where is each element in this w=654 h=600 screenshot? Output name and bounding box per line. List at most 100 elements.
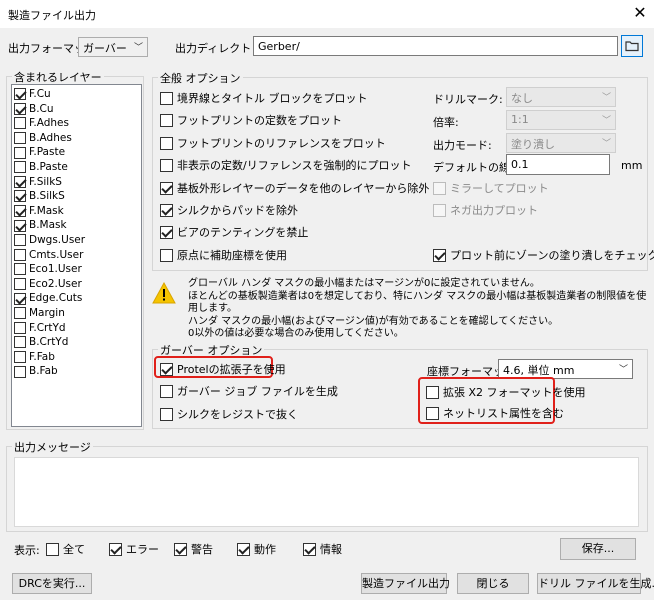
negative-checkbox[interactable]: ネガ出力プロット [433, 202, 538, 218]
checkbox-box [14, 117, 26, 130]
checkbox-box [14, 132, 26, 145]
layer-name: F.Adhes [29, 117, 69, 130]
layer-item[interactable]: F.CrtYd [12, 321, 141, 336]
warning-message: グローバル ハンダ マスクの最小幅またはマージンが0に設定されていません。 ほと… [188, 278, 650, 341]
filter-actions-checkbox[interactable]: 動作 [237, 541, 276, 557]
protel-extension-checkbox[interactable]: Protelの拡張子を使用 [160, 361, 286, 377]
plot-button[interactable]: 製造ファイル出力 [361, 573, 450, 594]
browse-folder-button[interactable] [621, 35, 643, 57]
layer-item[interactable]: B.Adhes [12, 131, 141, 146]
layer-item[interactable]: F.SilkS [12, 175, 141, 190]
layer-item[interactable]: B.Cu [12, 102, 141, 117]
checkbox-box [14, 321, 26, 334]
run-drc-button[interactable]: DRCを実行... [12, 573, 92, 594]
save-messages-button[interactable]: 保存... [560, 538, 636, 560]
checkbox-box [14, 263, 26, 276]
filter-all-checkbox[interactable]: 全て [46, 541, 85, 557]
close-icon[interactable]: ✕ [630, 3, 650, 22]
scale-select[interactable]: 1:1 ﹀ [506, 110, 616, 130]
layer-item[interactable]: F.Cu [12, 87, 141, 102]
checkbox-box [14, 219, 26, 232]
layer-name: Edge.Cuts [29, 292, 83, 305]
checkbox-box [14, 350, 26, 363]
line-width-unit: mm [621, 159, 643, 172]
layer-item[interactable]: F.Paste [12, 145, 141, 160]
general-option-checkbox[interactable]: 原点に補助座標を使用 [160, 247, 287, 263]
checkbox-box [14, 248, 26, 261]
generate-drill-button[interactable]: ドリル ファイルを生成... [537, 573, 654, 594]
layers-group-title: 含まれるレイヤー [12, 69, 104, 85]
general-option-checkbox[interactable]: フットプリントの定数をプロット [160, 112, 342, 128]
output-format-select[interactable]: ガーバー ﹀ [78, 37, 148, 57]
refill-zones-checkbox[interactable]: プロット前にゾーンの塗り潰しをチェック [433, 247, 654, 263]
layer-item[interactable]: Edge.Cuts [12, 291, 141, 306]
checkbox-box [433, 203, 446, 217]
subtract-mask-checkbox[interactable]: シルクをレジストで抜く [160, 406, 298, 422]
layer-name: Cmts.User [29, 248, 84, 261]
drill-mark-select[interactable]: なし ﹀ [506, 87, 616, 107]
negative-label: ネガ出力プロット [450, 204, 538, 217]
mirror-checkbox[interactable]: ミラーしてプロット [433, 180, 549, 196]
warning-line: グローバル ハンダ マスクの最小幅またはマージンが0に設定されていません。 [188, 278, 540, 289]
folder-icon [625, 41, 639, 52]
warning-line: ハンダ マスクの最小幅(およびマージン値)が有効であることを確認してください。 [188, 315, 559, 327]
layer-name: B.SilkS [29, 190, 65, 203]
checkbox-box [14, 161, 26, 174]
filter-warnings-checkbox[interactable]: 警告 [174, 541, 213, 557]
refill-zones-label: プロット前にゾーンの塗り潰しをチェック [450, 249, 654, 262]
layer-item[interactable]: Margin [12, 306, 141, 321]
layer-item[interactable]: B.Paste [12, 160, 141, 175]
close-button[interactable]: 閉じる [457, 573, 529, 594]
layer-name: B.CrtYd [29, 336, 69, 349]
layer-item[interactable]: B.Fab [12, 364, 141, 379]
checkbox-box [426, 385, 439, 399]
checkbox-box [14, 175, 26, 188]
job-file-checkbox[interactable]: ガーバー ジョブ ファイルを生成 [160, 383, 338, 399]
general-options-title: 全般 オプション [158, 70, 243, 86]
checkbox-box [109, 542, 122, 556]
checkbox-box [433, 248, 446, 262]
layer-item[interactable]: B.SilkS [12, 189, 141, 204]
filter-info-checkbox[interactable]: 情報 [303, 541, 342, 557]
checkbox-box [160, 136, 173, 150]
chevron-down-icon: ﹀ [601, 116, 611, 126]
general-option-checkbox[interactable]: シルクからパッドを除外 [160, 202, 298, 218]
output-messages-area[interactable] [14, 457, 639, 527]
x2-format-checkbox[interactable]: 拡張 X2 フォーマットを使用 [426, 384, 586, 400]
general-option-checkbox[interactable]: 境界線とタイトル ブロックをプロット [160, 90, 368, 106]
layer-item[interactable]: Cmts.User [12, 248, 141, 263]
job-file-label: ガーバー ジョブ ファイルを生成 [177, 385, 338, 398]
chevron-down-icon: ﹀ [618, 365, 628, 375]
general-option-label: フットプリントの定数をプロット [177, 114, 342, 127]
general-option-checkbox[interactable]: 基板外形レイヤーのデータを他のレイヤーから除外 [160, 180, 429, 196]
coord-format-select[interactable]: 4.6, 単位 mm ﹀ [498, 359, 633, 379]
layer-item[interactable]: F.Mask [12, 204, 141, 219]
checkbox-box [14, 336, 26, 349]
layer-item[interactable]: Eco2.User [12, 277, 141, 292]
layer-item[interactable]: Dwgs.User [12, 233, 141, 248]
general-option-checkbox[interactable]: 非表示の定数/リファレンスを強制的にプロット [160, 157, 412, 173]
layers-list[interactable]: F.Cu B.Cu F.Adhes B.Adhes F.Paste B.Paste F.Si… [11, 84, 142, 427]
layer-item[interactable]: F.Adhes [12, 116, 141, 131]
layer-item[interactable]: B.Mask [12, 218, 141, 233]
output-mode-select[interactable]: 塗り潰し ﹀ [506, 133, 616, 153]
protel-extension-label: Protelの拡張子を使用 [177, 363, 286, 376]
layer-item[interactable]: Eco1.User [12, 262, 141, 277]
output-mode-label: 出力モード: [433, 139, 492, 152]
filter-errors-checkbox[interactable]: エラー [109, 541, 159, 557]
layer-item[interactable]: F.Fab [12, 350, 141, 365]
checkbox-box [14, 146, 26, 159]
layer-name: Eco1.User [29, 263, 82, 276]
filter-errors-label: エラー [126, 543, 159, 556]
line-width-input[interactable]: 0.1 [506, 154, 610, 175]
checkbox-box [160, 203, 173, 217]
checkbox-box [160, 113, 173, 127]
general-option-checkbox[interactable]: ビアのテンティングを禁止 [160, 224, 308, 240]
checkbox-box [303, 542, 316, 556]
warning-icon [152, 282, 176, 304]
netlist-attributes-checkbox[interactable]: ネットリスト属性を含む [426, 405, 564, 421]
general-option-label: 原点に補助座標を使用 [177, 249, 287, 262]
general-option-checkbox[interactable]: フットプリントのリファレンスをプロット [160, 135, 386, 151]
output-dir-input[interactable]: Gerber/ [253, 36, 618, 56]
layer-item[interactable]: B.CrtYd [12, 335, 141, 350]
